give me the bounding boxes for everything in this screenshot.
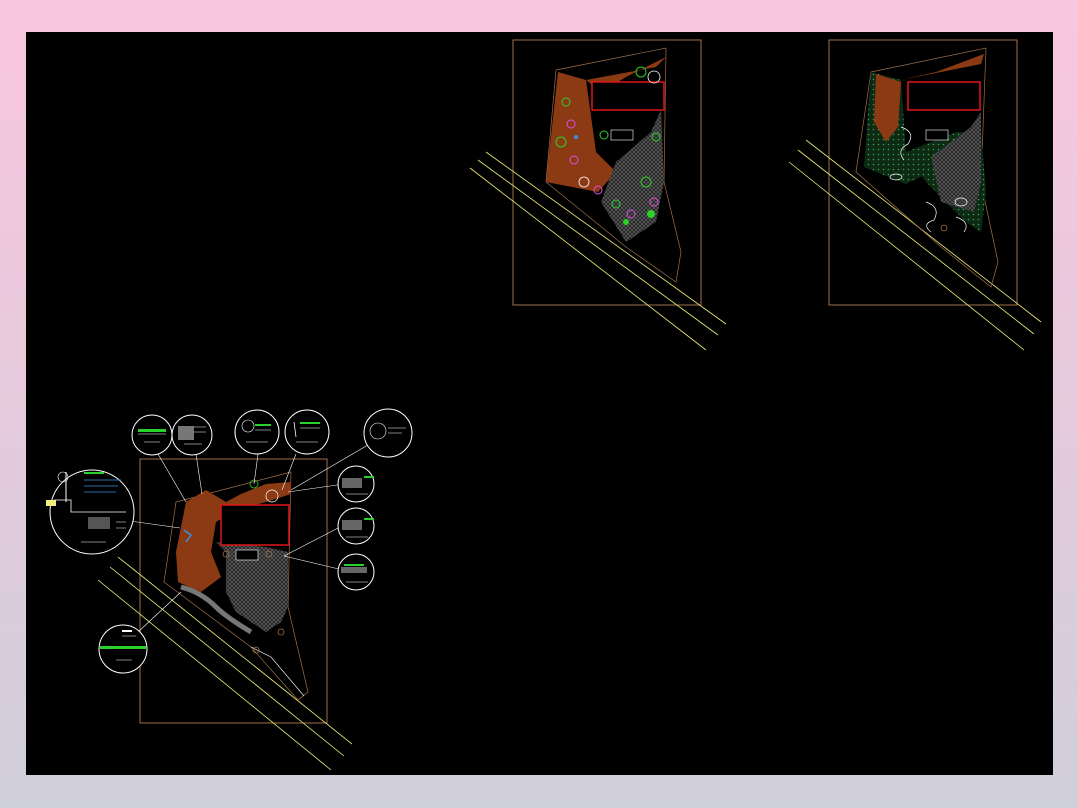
building: [907, 81, 981, 111]
detail-callout[interactable]: [337, 553, 375, 591]
detail-callout[interactable]: [284, 409, 330, 455]
detail-callout[interactable]: [363, 408, 413, 458]
cad-drawing-canvas[interactable]: [26, 32, 1053, 775]
plaza-hatch: [931, 112, 981, 212]
detail-callout[interactable]: [234, 409, 280, 455]
planting-plan-sheet[interactable]: [469, 39, 727, 351]
detail-index-plan-sheet[interactable]: [46, 408, 413, 771]
detail-callout[interactable]: [46, 469, 135, 555]
layout-plan-sheet[interactable]: [788, 39, 1042, 351]
detail-callout[interactable]: [171, 414, 213, 456]
detail-callout[interactable]: [337, 507, 375, 545]
detail-callout[interactable]: [131, 414, 173, 456]
cad-sheet: [46, 39, 1042, 771]
detail-callout[interactable]: [98, 624, 148, 674]
building: [591, 81, 665, 111]
detail-callout[interactable]: [337, 465, 375, 503]
building: [220, 504, 290, 546]
